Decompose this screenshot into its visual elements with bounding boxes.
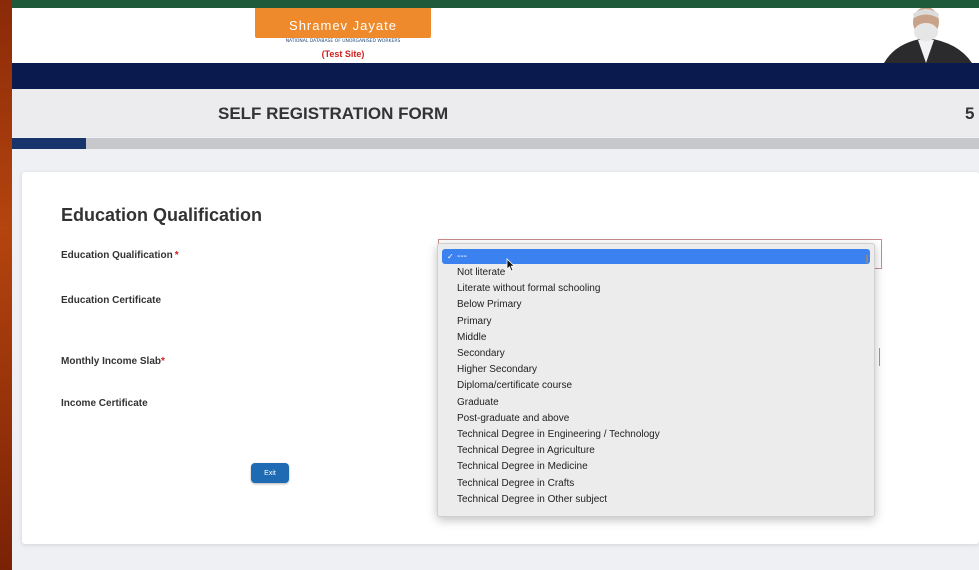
logo-tagline: Shramev Jayate	[289, 18, 397, 33]
progress-bar-fill	[12, 138, 87, 149]
required-asterisk: *	[161, 356, 165, 367]
top-strip	[12, 0, 979, 8]
bezel-left	[0, 0, 12, 570]
browser-screen: Shramev Jayate NATIONAL DATABASE OF UNOR…	[12, 0, 979, 570]
portrait-image	[874, 8, 979, 63]
section-title: Education Qualification	[61, 205, 263, 225]
dropdown-option[interactable]: Primary	[442, 314, 870, 329]
dropdown-option[interactable]: Technical Degree in Medicine	[442, 459, 870, 474]
site-header: Shramev Jayate NATIONAL DATABASE OF UNOR…	[12, 8, 979, 63]
step-number: 5	[965, 104, 975, 123]
dropdown-option[interactable]: Below Primary	[442, 297, 870, 312]
test-site-label: (Test Site)	[321, 49, 365, 59]
required-asterisk: *	[174, 250, 179, 261]
scroll-indicator	[866, 255, 868, 263]
monthly-income-slab-label: Monthly Income Slab*	[61, 356, 165, 367]
dropdown-option[interactable]: Secondary	[442, 346, 870, 361]
dropdown-option[interactable]: Technical Degree in Crafts	[442, 476, 870, 491]
education-qualification-dropdown[interactable]: ✓ --- Not literate Literate without formal…	[437, 243, 875, 517]
dropdown-option[interactable]: Diploma/certificate course	[442, 378, 870, 393]
education-qualification-label-text: Education Qualification	[61, 250, 173, 261]
dropdown-option[interactable]: Literate without formal schooling	[442, 281, 870, 296]
income-certificate-label: Income Certificate	[61, 398, 148, 409]
income-slab-select-edge[interactable]	[875, 348, 880, 366]
form-title: SELF REGISTRATION FORM	[218, 104, 449, 123]
dropdown-option[interactable]: Higher Secondary	[442, 362, 870, 377]
title-band	[12, 89, 979, 137]
eshram-logo: Shramev Jayate	[255, 8, 431, 38]
dropdown-option[interactable]: Post-graduate and above	[442, 411, 870, 426]
checkmark-icon: ✓	[447, 252, 454, 261]
dropdown-option[interactable]: Middle	[442, 330, 870, 345]
navbar	[12, 63, 979, 89]
logo-subtitle: NATIONAL DATABASE OF UNORGANISED WORKERS	[285, 39, 401, 44]
dropdown-option[interactable]: Technical Degree in Other subject	[442, 492, 870, 507]
mouse-cursor-icon	[506, 258, 516, 272]
progress-bar	[12, 138, 979, 149]
education-certificate-label: Education Certificate	[61, 295, 162, 306]
dropdown-option[interactable]: Graduate	[442, 395, 870, 410]
monthly-income-slab-label-text: Monthly Income Slab	[61, 356, 162, 367]
education-qualification-label: Education Qualification *	[61, 250, 179, 261]
dropdown-option[interactable]: Technical Degree in Agriculture	[442, 443, 870, 458]
dropdown-option[interactable]: Technical Degree in Engineering / Techno…	[442, 427, 870, 442]
exit-button[interactable]: Exit	[251, 463, 289, 483]
dropdown-option-label: ---	[457, 251, 467, 262]
